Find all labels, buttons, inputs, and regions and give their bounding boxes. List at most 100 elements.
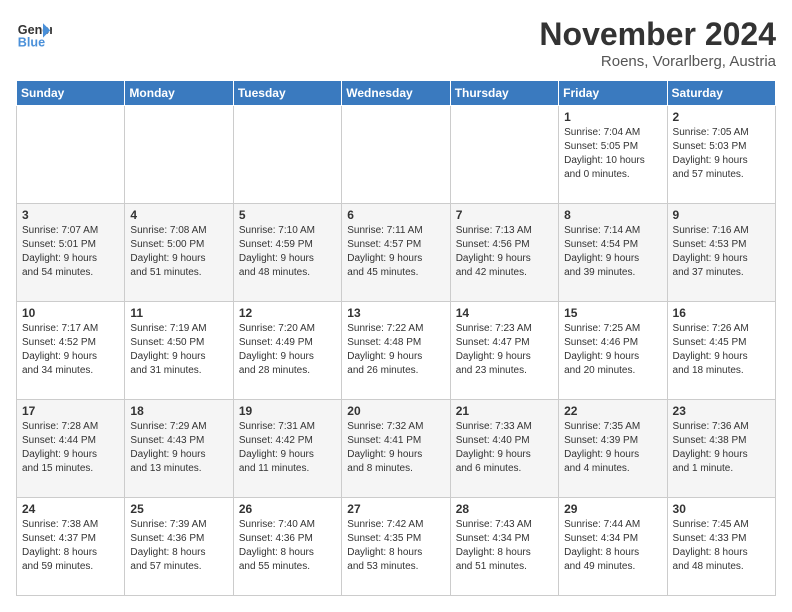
day-info: Sunrise: 7:32 AM Sunset: 4:41 PM Dayligh…	[347, 420, 444, 476]
calendar-cell	[450, 106, 558, 204]
title-block: November 2024 Roens, Vorarlberg, Austria	[539, 16, 776, 70]
header-sunday: Sunday	[17, 81, 125, 106]
day-info: Sunrise: 7:10 AM Sunset: 4:59 PM Dayligh…	[239, 224, 336, 280]
calendar-cell: 30 Sunrise: 7:45 AM Sunset: 4:33 PM Dayli…	[667, 498, 775, 596]
calendar-cell: 23 Sunrise: 7:36 AM Sunset: 4:38 PM Dayli…	[667, 400, 775, 498]
calendar-cell: 17 Sunrise: 7:28 AM Sunset: 4:44 PM Dayli…	[17, 400, 125, 498]
day-info: Sunrise: 7:25 AM Sunset: 4:46 PM Dayligh…	[564, 322, 661, 378]
day-number: 5	[239, 208, 336, 222]
day-number: 4	[130, 208, 227, 222]
day-number: 18	[130, 404, 227, 418]
calendar-week-4: 24 Sunrise: 7:38 AM Sunset: 4:37 PM Dayli…	[17, 498, 776, 596]
day-info: Sunrise: 7:42 AM Sunset: 4:35 PM Dayligh…	[347, 518, 444, 574]
day-info: Sunrise: 7:28 AM Sunset: 4:44 PM Dayligh…	[22, 420, 119, 476]
calendar-cell	[233, 106, 341, 204]
logo-icon: General Blue	[16, 16, 52, 52]
calendar-cell: 11 Sunrise: 7:19 AM Sunset: 4:50 PM Dayli…	[125, 302, 233, 400]
day-number: 22	[564, 404, 661, 418]
logo: General Blue	[16, 16, 52, 52]
day-info: Sunrise: 7:13 AM Sunset: 4:56 PM Dayligh…	[456, 224, 553, 280]
day-number: 11	[130, 306, 227, 320]
day-number: 13	[347, 306, 444, 320]
day-info: Sunrise: 7:38 AM Sunset: 4:37 PM Dayligh…	[22, 518, 119, 574]
day-info: Sunrise: 7:22 AM Sunset: 4:48 PM Dayligh…	[347, 322, 444, 378]
calendar-cell: 8 Sunrise: 7:14 AM Sunset: 4:54 PM Daylig…	[559, 204, 667, 302]
calendar-week-0: 1Sunrise: 7:04 AM Sunset: 5:05 PM Daylig…	[17, 106, 776, 204]
calendar-cell: 5 Sunrise: 7:10 AM Sunset: 4:59 PM Daylig…	[233, 204, 341, 302]
day-info: Sunrise: 7:04 AM Sunset: 5:05 PM Dayligh…	[564, 126, 661, 182]
day-info: Sunrise: 7:39 AM Sunset: 4:36 PM Dayligh…	[130, 518, 227, 574]
calendar-week-1: 3Sunrise: 7:07 AM Sunset: 5:01 PM Daylig…	[17, 204, 776, 302]
day-number: 25	[130, 502, 227, 516]
day-info: Sunrise: 7:29 AM Sunset: 4:43 PM Dayligh…	[130, 420, 227, 476]
day-number: 8	[564, 208, 661, 222]
calendar-cell: 18 Sunrise: 7:29 AM Sunset: 4:43 PM Dayli…	[125, 400, 233, 498]
calendar-cell: 15 Sunrise: 7:25 AM Sunset: 4:46 PM Dayli…	[559, 302, 667, 400]
day-info: Sunrise: 7:08 AM Sunset: 5:00 PM Dayligh…	[130, 224, 227, 280]
header-tuesday: Tuesday	[233, 81, 341, 106]
day-info: Sunrise: 7:35 AM Sunset: 4:39 PM Dayligh…	[564, 420, 661, 476]
header-saturday: Saturday	[667, 81, 775, 106]
calendar-cell: 4 Sunrise: 7:08 AM Sunset: 5:00 PM Daylig…	[125, 204, 233, 302]
day-number: 23	[673, 404, 770, 418]
calendar-cell: 20Sunrise: 7:32 AM Sunset: 4:41 PM Dayli…	[342, 400, 450, 498]
day-info: Sunrise: 7:20 AM Sunset: 4:49 PM Dayligh…	[239, 322, 336, 378]
header-wednesday: Wednesday	[342, 81, 450, 106]
day-number: 3	[22, 208, 119, 222]
header-monday: Monday	[125, 81, 233, 106]
calendar-cell: 2 Sunrise: 7:05 AM Sunset: 5:03 PM Daylig…	[667, 106, 775, 204]
day-number: 10	[22, 306, 119, 320]
calendar-week-3: 17 Sunrise: 7:28 AM Sunset: 4:44 PM Dayli…	[17, 400, 776, 498]
calendar-cell	[342, 106, 450, 204]
day-info: Sunrise: 7:16 AM Sunset: 4:53 PM Dayligh…	[673, 224, 770, 280]
day-number: 17	[22, 404, 119, 418]
calendar-cell: 24 Sunrise: 7:38 AM Sunset: 4:37 PM Dayli…	[17, 498, 125, 596]
day-info: Sunrise: 7:11 AM Sunset: 4:57 PM Dayligh…	[347, 224, 444, 280]
weekday-header-row: Sunday Monday Tuesday Wednesday Thursday…	[17, 81, 776, 106]
calendar-cell: 29 Sunrise: 7:44 AM Sunset: 4:34 PM Dayli…	[559, 498, 667, 596]
header-thursday: Thursday	[450, 81, 558, 106]
day-number: 19	[239, 404, 336, 418]
calendar-cell: 22 Sunrise: 7:35 AM Sunset: 4:39 PM Dayli…	[559, 400, 667, 498]
calendar-cell	[125, 106, 233, 204]
calendar-cell: 10 Sunrise: 7:17 AM Sunset: 4:52 PM Dayli…	[17, 302, 125, 400]
page: General Blue November 2024 Roens, Vorarl…	[0, 0, 792, 612]
day-info: Sunrise: 7:05 AM Sunset: 5:03 PM Dayligh…	[673, 126, 770, 182]
day-info: Sunrise: 7:26 AM Sunset: 4:45 PM Dayligh…	[673, 322, 770, 378]
day-number: 28	[456, 502, 553, 516]
day-info: Sunrise: 7:36 AM Sunset: 4:38 PM Dayligh…	[673, 420, 770, 476]
day-number: 24	[22, 502, 119, 516]
calendar-cell: 16Sunrise: 7:26 AM Sunset: 4:45 PM Dayli…	[667, 302, 775, 400]
day-number: 26	[239, 502, 336, 516]
header-friday: Friday	[559, 81, 667, 106]
day-number: 9	[673, 208, 770, 222]
day-info: Sunrise: 7:45 AM Sunset: 4:33 PM Dayligh…	[673, 518, 770, 574]
day-number: 12	[239, 306, 336, 320]
day-number: 21	[456, 404, 553, 418]
calendar-cell: 12 Sunrise: 7:20 AM Sunset: 4:49 PM Dayli…	[233, 302, 341, 400]
header: General Blue November 2024 Roens, Vorarl…	[16, 16, 776, 70]
day-info: Sunrise: 7:33 AM Sunset: 4:40 PM Dayligh…	[456, 420, 553, 476]
calendar-cell: 3Sunrise: 7:07 AM Sunset: 5:01 PM Daylig…	[17, 204, 125, 302]
calendar-week-2: 10 Sunrise: 7:17 AM Sunset: 4:52 PM Dayli…	[17, 302, 776, 400]
calendar-cell: 1Sunrise: 7:04 AM Sunset: 5:05 PM Daylig…	[559, 106, 667, 204]
day-info: Sunrise: 7:40 AM Sunset: 4:36 PM Dayligh…	[239, 518, 336, 574]
day-number: 2	[673, 110, 770, 124]
calendar-table: Sunday Monday Tuesday Wednesday Thursday…	[16, 80, 776, 596]
day-info: Sunrise: 7:17 AM Sunset: 4:52 PM Dayligh…	[22, 322, 119, 378]
day-number: 6	[347, 208, 444, 222]
calendar-cell: 14Sunrise: 7:23 AM Sunset: 4:47 PM Dayli…	[450, 302, 558, 400]
calendar-cell: 28Sunrise: 7:43 AM Sunset: 4:34 PM Dayli…	[450, 498, 558, 596]
day-info: Sunrise: 7:44 AM Sunset: 4:34 PM Dayligh…	[564, 518, 661, 574]
day-info: Sunrise: 7:14 AM Sunset: 4:54 PM Dayligh…	[564, 224, 661, 280]
day-number: 30	[673, 502, 770, 516]
calendar-cell: 21 Sunrise: 7:33 AM Sunset: 4:40 PM Dayli…	[450, 400, 558, 498]
day-number: 29	[564, 502, 661, 516]
day-number: 7	[456, 208, 553, 222]
location-title: Roens, Vorarlberg, Austria	[539, 53, 776, 70]
calendar-cell: 6 Sunrise: 7:11 AM Sunset: 4:57 PM Daylig…	[342, 204, 450, 302]
calendar-cell	[17, 106, 125, 204]
day-info: Sunrise: 7:19 AM Sunset: 4:50 PM Dayligh…	[130, 322, 227, 378]
day-number: 15	[564, 306, 661, 320]
day-info: Sunrise: 7:23 AM Sunset: 4:47 PM Dayligh…	[456, 322, 553, 378]
